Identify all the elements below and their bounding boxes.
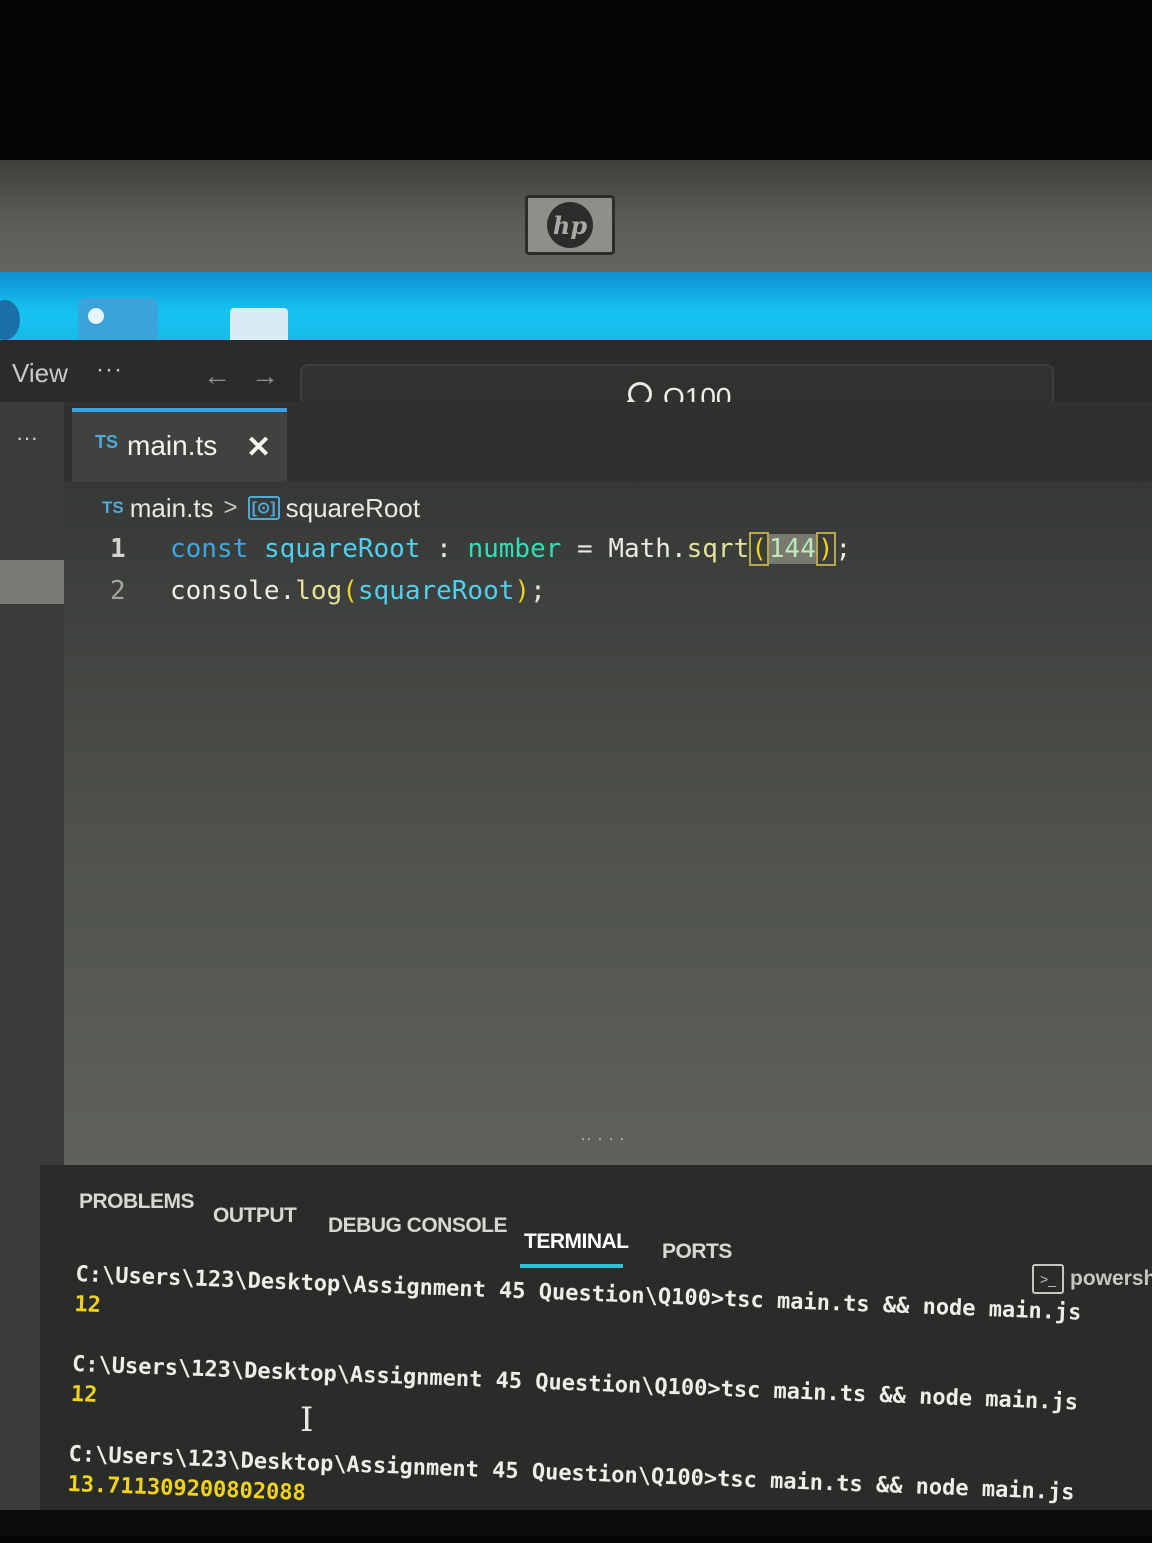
variable-symbol-icon: [⊙] xyxy=(247,496,280,520)
typescript-file-icon: TS xyxy=(95,432,119,452)
function-token: sqrt xyxy=(686,534,750,564)
shell-label: powersh xyxy=(1070,1267,1152,1290)
number-token: 144 xyxy=(768,534,816,564)
paren-token: ( xyxy=(342,576,358,606)
breadcrumb-separator: > xyxy=(223,494,238,521)
breadcrumb: TS main.ts > [⊙] squareRoot xyxy=(102,488,420,528)
close-icon[interactable]: ✕ xyxy=(246,430,271,465)
line-number: 2 xyxy=(110,576,126,606)
code-line[interactable]: 2 console. log(squareRoot); xyxy=(110,570,851,612)
tab-debug-console[interactable]: DEBUG CONSOLE xyxy=(328,1214,508,1238)
code-editor[interactable]: 1 const squareRoot : number = Math. sqrt(1… xyxy=(110,528,851,612)
paren-token: ) xyxy=(514,576,531,606)
hp-logo: hp xyxy=(525,195,615,255)
active-tab-indicator xyxy=(520,1264,623,1268)
menu-more-button[interactable]: ··· xyxy=(96,356,123,384)
forward-arrow-icon[interactable]: → xyxy=(251,360,279,392)
object-token: Math. xyxy=(608,534,687,564)
sidebar-selected-item[interactable] xyxy=(0,560,64,604)
semicolon-token: ; xyxy=(835,534,852,564)
menu-view[interactable]: View xyxy=(12,358,68,389)
panel-resize-handle[interactable]: ·· · · · xyxy=(580,1128,625,1149)
text-cursor-icon: I xyxy=(300,1400,314,1440)
tab-ports[interactable]: PORTS xyxy=(662,1240,732,1264)
keyword-token: const xyxy=(170,534,249,564)
paren-token: ( xyxy=(749,532,769,566)
type-token: number xyxy=(467,534,562,564)
terminal-output[interactable]: C:\Users\123\Desktop\Assignment 45 Quest… xyxy=(67,1262,1151,1543)
hp-logo-mark: hp xyxy=(547,202,593,248)
variable-token: squareRoot xyxy=(357,576,515,606)
line-number: 1 xyxy=(110,534,126,564)
paren-token: ) xyxy=(815,532,836,566)
equals-token: = xyxy=(561,534,609,564)
variable-token: squareRoot xyxy=(263,534,421,564)
tab-output[interactable]: OUTPUT xyxy=(213,1204,297,1228)
back-arrow-icon[interactable]: ← xyxy=(203,360,231,392)
breadcrumb-file[interactable]: main.ts xyxy=(130,493,214,524)
terminal-shell-selector[interactable]: >_ powersh xyxy=(1032,1264,1152,1294)
function-token: log xyxy=(295,576,343,606)
semicolon-token: ; xyxy=(530,576,546,606)
tab-terminal[interactable]: TERMINAL xyxy=(524,1230,629,1254)
sidebar-more-button[interactable]: ··· xyxy=(16,425,38,451)
tab-problems[interactable]: PROBLEMS xyxy=(79,1190,195,1214)
tab-label[interactable]: main.ts xyxy=(127,430,217,462)
colon-token: : xyxy=(420,534,468,564)
object-token: console. xyxy=(170,576,296,606)
breadcrumb-symbol[interactable]: squareRoot xyxy=(286,493,420,524)
powershell-icon: >_ xyxy=(1032,1264,1064,1294)
code-line[interactable]: 1 const squareRoot : number = Math. sqrt(1… xyxy=(110,528,851,570)
typescript-file-icon: TS xyxy=(102,498,124,517)
screen-bottom-edge xyxy=(0,1510,1152,1536)
